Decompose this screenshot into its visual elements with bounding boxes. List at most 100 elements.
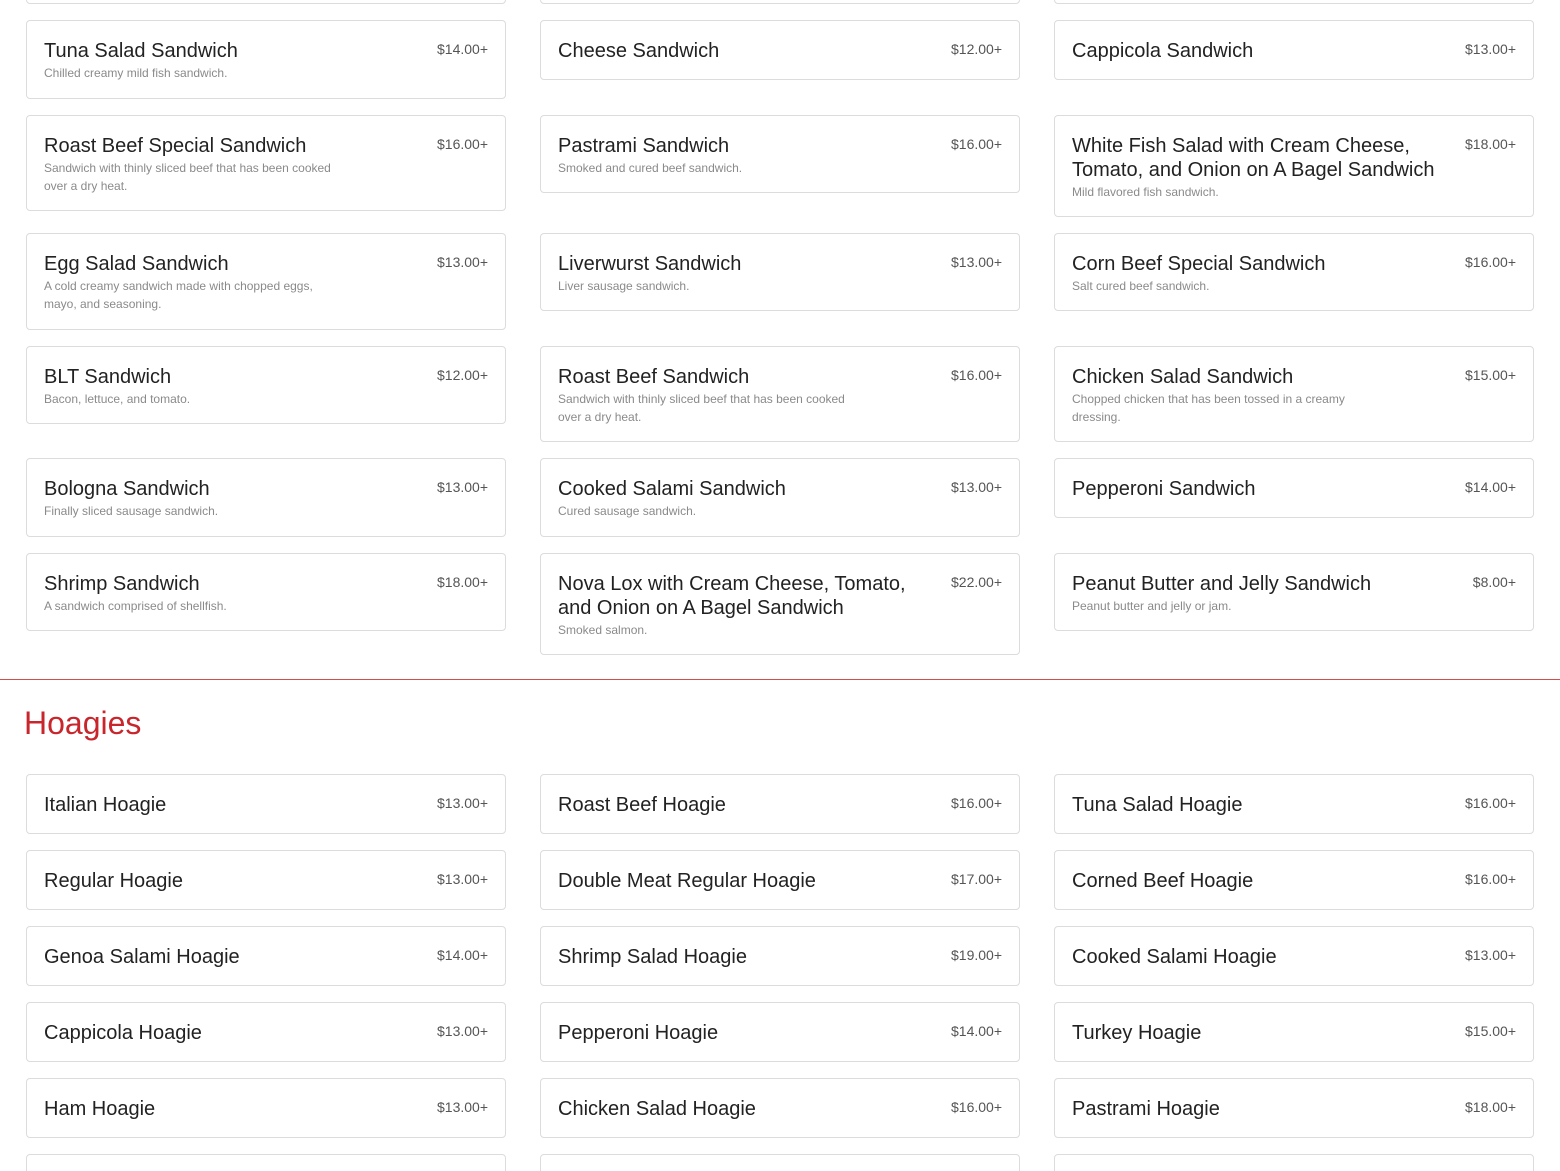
menu-item-card[interactable]: Shrimp Salad Hoagie $19.00+ [540,926,1020,986]
menu-item-price: $16.00+ [1465,795,1516,811]
menu-item-card-partial[interactable] [26,0,506,4]
menu-item-name: Pepperoni Hoagie [558,1022,719,1044]
menu-item-name: Chicken Salad Hoagie [558,1098,756,1120]
menu-item-price: $13.00+ [437,254,488,270]
menu-item-price: $14.00+ [437,41,488,57]
menu-item-price: $18.00+ [1465,136,1516,152]
menu-item-card[interactable]: BLT Sandwich Bacon, lettuce, and tomato.… [26,346,506,424]
menu-item-description: Finally sliced sausage sandwich. [44,504,219,518]
menu-item-name: Egg Salad Sandwich [44,253,229,275]
menu-item-price: $14.00+ [437,947,488,963]
menu-item-card[interactable]: Tuna Salad Sandwich Chilled creamy mild … [26,20,506,99]
menu-item-description: Sandwich with thinly sliced beef that ha… [558,392,845,424]
menu-item-card[interactable]: Nova Lox with Cream Cheese, Tomato, and … [540,553,1020,655]
menu-item-price: $13.00+ [437,479,488,495]
section-divider [0,679,1560,680]
menu-item-price: $13.00+ [437,1023,488,1039]
menu-item-card-partial[interactable] [1054,0,1534,4]
menu-item-price: $8.00+ [1472,574,1516,590]
menu-item-description: Cured sausage sandwich. [558,504,697,518]
menu-item-card-partial[interactable] [540,1154,1020,1171]
menu-item-card[interactable]: Shrimp Sandwich A sandwich comprised of … [26,553,506,631]
menu-item-card[interactable]: Cooked Salami Hoagie $13.00+ [1054,926,1534,986]
menu-item-name: Cooked Salami Sandwich [558,478,786,500]
menu-item-name: Liverwurst Sandwich [558,253,742,275]
menu-item-price: $16.00+ [951,795,1002,811]
menu-item-name: Chicken Salad Sandwich [1072,366,1294,388]
menu-item-name: Regular Hoagie [44,870,183,892]
menu-item-description: A cold creamy sandwich made with chopped… [44,279,313,311]
menu-item-price: $16.00+ [1465,871,1516,887]
menu-item-name: Pepperoni Sandwich [1072,478,1256,500]
menu-item-name: Roast Beef Special Sandwich [44,135,307,157]
menu-item-price: $13.00+ [437,795,488,811]
menu-item-card[interactable]: Genoa Salami Hoagie $14.00+ [26,926,506,986]
menu-item-card[interactable]: Peanut Butter and Jelly Sandwich Peanut … [1054,553,1534,631]
menu-item-card[interactable]: Pastrami Hoagie $18.00+ [1054,1078,1534,1138]
menu-item-price: $12.00+ [951,41,1002,57]
menu-item-name: Tuna Salad Sandwich [44,40,238,62]
menu-item-price: $12.00+ [437,367,488,383]
menu-item-name: BLT Sandwich [44,366,172,388]
menu-page: Tuna Salad Sandwich Chilled creamy mild … [0,0,1560,1171]
menu-item-card[interactable]: Regular Hoagie $13.00+ [26,850,506,910]
menu-item-card-partial[interactable] [1054,1154,1534,1171]
menu-item-description: Salt cured beef sandwich. [1072,279,1210,293]
menu-item-card[interactable]: Egg Salad Sandwich A cold creamy sandwic… [26,233,506,330]
menu-item-price: $13.00+ [1465,41,1516,57]
menu-item-card[interactable]: Cappicola Hoagie $13.00+ [26,1002,506,1062]
menu-item-description: Chilled creamy mild fish sandwich. [44,66,228,80]
menu-item-card[interactable]: Pepperoni Hoagie $14.00+ [540,1002,1020,1062]
menu-item-description: Bacon, lettuce, and tomato. [44,392,191,406]
menu-item-name: Pastrami Sandwich [558,135,730,157]
menu-item-name: Genoa Salami Hoagie [44,946,240,968]
menu-item-card[interactable]: Cooked Salami Sandwich Cured sausage san… [540,458,1020,537]
menu-item-card[interactable]: Italian Hoagie $13.00+ [26,774,506,834]
menu-item-price: $14.00+ [951,1023,1002,1039]
menu-item-name: Shrimp Salad Hoagie [558,946,747,968]
menu-item-card[interactable]: Tuna Salad Hoagie $16.00+ [1054,774,1534,834]
menu-item-price: $16.00+ [951,136,1002,152]
menu-item-description: Liver sausage sandwich. [558,279,690,293]
menu-item-name: Cheese Sandwich [558,40,720,62]
menu-item-card[interactable]: Roast Beef Hoagie $16.00+ [540,774,1020,834]
menu-item-card[interactable]: Cappicola Sandwich $13.00+ [1054,20,1534,80]
menu-item-card[interactable]: Chicken Salad Hoagie $16.00+ [540,1078,1020,1138]
menu-item-name: Cooked Salami Hoagie [1072,946,1277,968]
menu-item-card[interactable]: Cheese Sandwich $12.00+ [540,20,1020,80]
menu-item-card[interactable]: Roast Beef Sandwich Sandwich with thinly… [540,346,1020,442]
menu-item-price: $13.00+ [437,1099,488,1115]
menu-item-card[interactable]: Bologna Sandwich Finally sliced sausage … [26,458,506,537]
menu-item-card-partial[interactable] [540,0,1020,4]
menu-item-price: $13.00+ [951,254,1002,270]
menu-item-card-partial[interactable] [26,1154,506,1171]
menu-item-price: $15.00+ [1465,1023,1516,1039]
menu-item-price: $13.00+ [437,871,488,887]
menu-item-card[interactable]: Ham Hoagie $13.00+ [26,1078,506,1138]
menu-item-card[interactable]: Pepperoni Sandwich $14.00+ [1054,458,1534,518]
menu-item-name: Ham Hoagie [44,1098,156,1120]
menu-item-card[interactable]: White Fish Salad with Cream Cheese, Toma… [1054,115,1534,217]
menu-item-name: Peanut Butter and Jelly Sandwich [1072,573,1372,595]
menu-item-card[interactable]: Turkey Hoagie $15.00+ [1054,1002,1534,1062]
menu-item-name: Pastrami Hoagie [1072,1098,1220,1120]
menu-item-price: $13.00+ [951,479,1002,495]
menu-item-card[interactable]: Corn Beef Special Sandwich Salt cured be… [1054,233,1534,311]
section-title-hoagies: Hoagies [24,705,142,741]
menu-item-card[interactable]: Corned Beef Hoagie $16.00+ [1054,850,1534,910]
menu-item-name: White Fish Salad with Cream Cheese, Toma… [1072,135,1435,181]
menu-item-name: Bologna Sandwich [44,478,210,500]
menu-item-card[interactable]: Roast Beef Special Sandwich Sandwich wit… [26,115,506,211]
menu-item-description: Peanut butter and jelly or jam. [1072,599,1232,613]
menu-item-card[interactable]: Pastrami Sandwich Smoked and cured beef … [540,115,1020,193]
menu-item-name: Corned Beef Hoagie [1072,870,1254,892]
menu-item-card[interactable]: Double Meat Regular Hoagie $17.00+ [540,850,1020,910]
menu-item-description: Smoked salmon. [558,623,648,637]
menu-item-card[interactable]: Liverwurst Sandwich Liver sausage sandwi… [540,233,1020,311]
menu-item-price: $18.00+ [437,574,488,590]
menu-item-name: Italian Hoagie [44,794,167,816]
menu-item-price: $19.00+ [951,947,1002,963]
menu-item-card[interactable]: Chicken Salad Sandwich Chopped chicken t… [1054,346,1534,442]
menu-item-name: Roast Beef Hoagie [558,794,726,816]
menu-item-description: A sandwich comprised of shellfish. [44,599,227,613]
